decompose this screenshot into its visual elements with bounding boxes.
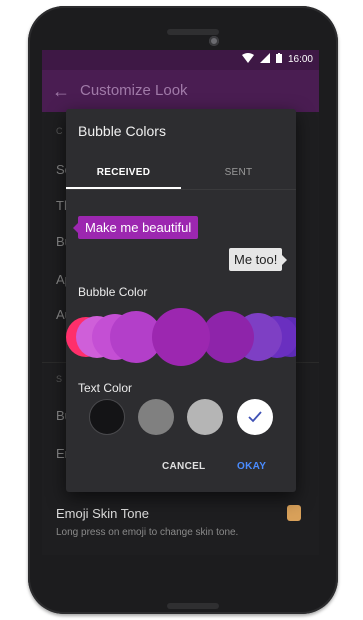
tab-received[interactable]: RECEIVED [66,155,181,189]
emoji-skin-tone-icon [287,505,301,521]
status-bar: 16:00 [42,50,319,70]
battery-icon [275,53,282,66]
cancel-button[interactable]: CANCEL [162,461,205,472]
app-bar: ← Customize Look [42,70,319,112]
bubble-color-swatch[interactable] [152,308,210,366]
received-bubble-preview: Make me beautiful [72,216,199,239]
front-camera [209,36,219,46]
okay-button[interactable]: OKAY [237,461,266,472]
text-color-swatch-black[interactable] [89,399,125,435]
wifi-icon [241,53,254,66]
checkmark-icon [248,411,262,423]
tab-sent[interactable]: SENT [181,155,296,189]
bubble-color-picker[interactable] [66,308,296,366]
emoji-skin-tone-subtitle: Long press on emoji to change skin tone. [56,527,239,538]
emoji-skin-tone-title[interactable]: Emoji Skin Tone [56,506,149,521]
back-arrow-icon[interactable]: ← [52,81,70,102]
text-color-swatch-light-gray[interactable] [187,399,223,435]
status-time: 16:00 [287,54,313,65]
text-color-swatch-white[interactable] [237,399,273,435]
text-color-label: Text Color [78,381,133,395]
dialog-title: Bubble Colors [78,123,166,139]
section-header: S [56,374,63,384]
text-color-picker [66,399,296,441]
section-header: C [56,126,63,136]
bubble-colors-dialog: Bubble Colors RECEIVED SENT Make me beau… [66,109,296,492]
tab-divider [66,189,296,190]
sent-bubble-preview: Me too! [229,248,288,271]
signal-icon [259,53,270,66]
text-color-swatch-dark-gray[interactable] [138,399,174,435]
bubble-color-label: Bubble Color [78,285,148,299]
tab-bar: RECEIVED SENT [66,155,296,190]
earpiece-speaker [167,29,219,35]
bottom-speaker [167,603,219,609]
page-title: Customize Look [80,82,188,99]
